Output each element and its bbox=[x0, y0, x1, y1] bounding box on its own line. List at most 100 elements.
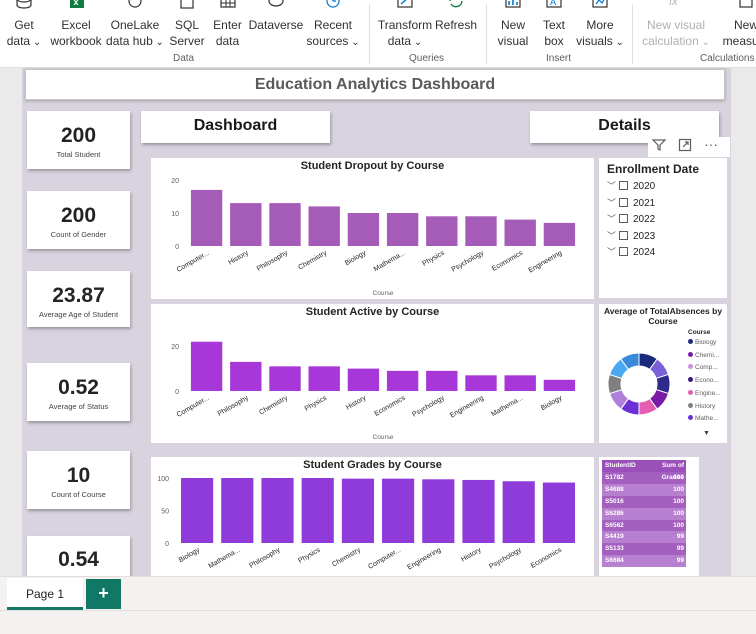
bar[interactable] bbox=[190, 189, 223, 246]
bar[interactable] bbox=[422, 479, 455, 543]
button-label: visual bbox=[497, 34, 529, 48]
legend-item[interactable]: Chemi... bbox=[688, 351, 719, 359]
kpi-caption: Average Age of Student bbox=[38, 310, 119, 319]
table-row[interactable]: S5133 99 bbox=[602, 543, 686, 556]
x-tick-label: Physics bbox=[421, 249, 446, 267]
chevron-down-icon[interactable]: ﹀ bbox=[607, 229, 617, 242]
new-visual-button[interactable]: New visual bbox=[494, 0, 532, 52]
checkbox[interactable] bbox=[619, 230, 628, 240]
bar[interactable] bbox=[382, 478, 415, 543]
legend-item[interactable]: Mathe... bbox=[688, 415, 718, 422]
legend-item[interactable]: Engine... bbox=[688, 389, 721, 397]
bar[interactable] bbox=[347, 368, 380, 391]
enter-button[interactable]: Enter data bbox=[209, 0, 246, 52]
bar[interactable] bbox=[230, 203, 262, 246]
checkbox[interactable] bbox=[619, 181, 628, 190]
chevron-down-icon[interactable]: ﹀ bbox=[607, 179, 617, 192]
x-tick-label: Chemistry bbox=[258, 394, 289, 416]
text-box-button[interactable]: A Text box bbox=[536, 0, 572, 52]
tab-page-1[interactable]: Page 1 bbox=[7, 578, 83, 610]
excel-button[interactable]: x Excel workbook bbox=[47, 0, 105, 52]
bar[interactable] bbox=[504, 375, 536, 391]
filter-icon[interactable] bbox=[651, 138, 667, 155]
chevron-down-icon[interactable]: ﹀ bbox=[607, 196, 617, 209]
table-row[interactable]: S5016 100 bbox=[602, 495, 686, 508]
bar[interactable] bbox=[347, 213, 380, 246]
bar[interactable] bbox=[465, 216, 497, 246]
checkbox[interactable] bbox=[619, 214, 628, 223]
chevron-down-icon[interactable]: ﹀ bbox=[607, 212, 617, 225]
bar[interactable] bbox=[465, 375, 497, 391]
kpi-caption: Total Student bbox=[56, 150, 101, 159]
table-row[interactable]: S6684 99 bbox=[602, 555, 686, 568]
bar[interactable] bbox=[190, 341, 223, 391]
new-measure-button[interactable]: New measure bbox=[718, 0, 756, 52]
dataverse-button[interactable]: Dataverse bbox=[247, 0, 305, 52]
dashboard-tab-button[interactable]: Dashboard bbox=[141, 111, 330, 143]
legend-item[interactable]: Comp... bbox=[688, 364, 718, 371]
new-visual-calc-button[interactable]: fx New visual calculation ⌄ bbox=[637, 0, 715, 52]
column-header-studentid[interactable]: StudentID bbox=[602, 460, 642, 472]
scroll-down-icon[interactable]: ▼ bbox=[703, 430, 710, 437]
get-data-button[interactable]: Get data ⌄ bbox=[4, 0, 44, 52]
slicer-item[interactable]: ﹀ 2021 bbox=[607, 196, 655, 210]
bar[interactable] bbox=[543, 379, 576, 391]
transform-button[interactable]: Transform data ⌄ bbox=[374, 0, 436, 52]
bar[interactable] bbox=[386, 370, 419, 391]
slicer-item[interactable]: ﹀ 2022 bbox=[607, 212, 655, 226]
bar[interactable] bbox=[504, 219, 536, 246]
table-row[interactable]: S1782 100 bbox=[602, 472, 686, 484]
bar[interactable] bbox=[502, 481, 535, 543]
bar[interactable] bbox=[542, 482, 575, 543]
slicer-item-label: 2020 bbox=[633, 181, 656, 192]
bar[interactable] bbox=[301, 478, 334, 543]
legend-item[interactable]: Econo... bbox=[688, 377, 719, 384]
slicer-item[interactable]: ﹀ 2023 bbox=[607, 229, 655, 243]
legend-dot bbox=[688, 339, 693, 344]
button-label: measure bbox=[722, 34, 756, 48]
more-visuals-button[interactable]: More visuals ⌄ bbox=[576, 0, 624, 52]
checkbox[interactable] bbox=[619, 197, 628, 207]
bar[interactable] bbox=[426, 370, 458, 391]
chevron-down-icon: ⌄ bbox=[348, 37, 360, 48]
slicer-item[interactable]: ﹀ 2020 bbox=[607, 179, 655, 193]
sql-button[interactable]: SQL Server bbox=[168, 0, 206, 52]
checkbox[interactable] bbox=[619, 247, 628, 256]
bar[interactable] bbox=[341, 478, 374, 543]
slicer-item[interactable]: ﹀ 2024 bbox=[607, 245, 655, 259]
legend-item[interactable]: Biology bbox=[688, 339, 716, 346]
bar[interactable] bbox=[426, 216, 458, 246]
more-options-icon[interactable]: ··· bbox=[704, 136, 718, 152]
refresh-button[interactable]: Refresh bbox=[434, 0, 478, 52]
table-row[interactable]: S4419 99 bbox=[602, 531, 686, 544]
bar[interactable] bbox=[181, 478, 214, 543]
bar[interactable] bbox=[308, 366, 340, 391]
chevron-down-icon[interactable]: ﹀ bbox=[607, 245, 617, 258]
table-row[interactable]: S6562 100 bbox=[602, 519, 686, 532]
x-tick-label: Mathema... bbox=[207, 547, 241, 571]
table-row[interactable]: S4688 100 bbox=[602, 483, 686, 496]
column-header-sum-of-grades[interactable]: Sum of Grades bbox=[642, 460, 686, 481]
bar[interactable] bbox=[269, 203, 301, 246]
absences-donut-chart: Average of TotalAbsences by Course Cours… bbox=[599, 304, 727, 443]
bar[interactable] bbox=[462, 479, 495, 543]
onelake-button[interactable]: OneLake data hub ⌄ bbox=[106, 0, 164, 52]
grades-chart: Student Grades by Course 0 50 100 Biology Ma… bbox=[151, 457, 594, 576]
bar[interactable] bbox=[269, 366, 301, 391]
button-label: data bbox=[215, 34, 240, 48]
legend-item[interactable]: History bbox=[688, 402, 715, 410]
bar[interactable] bbox=[230, 361, 262, 391]
x-tick-label: Physics bbox=[304, 394, 329, 412]
table-row[interactable]: S6286 100 bbox=[602, 507, 686, 520]
bar[interactable] bbox=[543, 222, 576, 246]
bar[interactable] bbox=[386, 213, 419, 246]
recent-button[interactable]: Recent sources ⌄ bbox=[305, 0, 361, 52]
bar[interactable] bbox=[221, 478, 254, 543]
x-tick-label: Psychology bbox=[411, 394, 446, 418]
add-page-button[interactable]: + bbox=[86, 579, 121, 609]
bar[interactable] bbox=[308, 206, 340, 246]
bar[interactable] bbox=[261, 478, 294, 543]
slicer-item-label: 2023 bbox=[633, 230, 656, 242]
button-label: calculation ⌄ bbox=[642, 34, 710, 48]
focus-mode-icon[interactable] bbox=[678, 138, 692, 155]
